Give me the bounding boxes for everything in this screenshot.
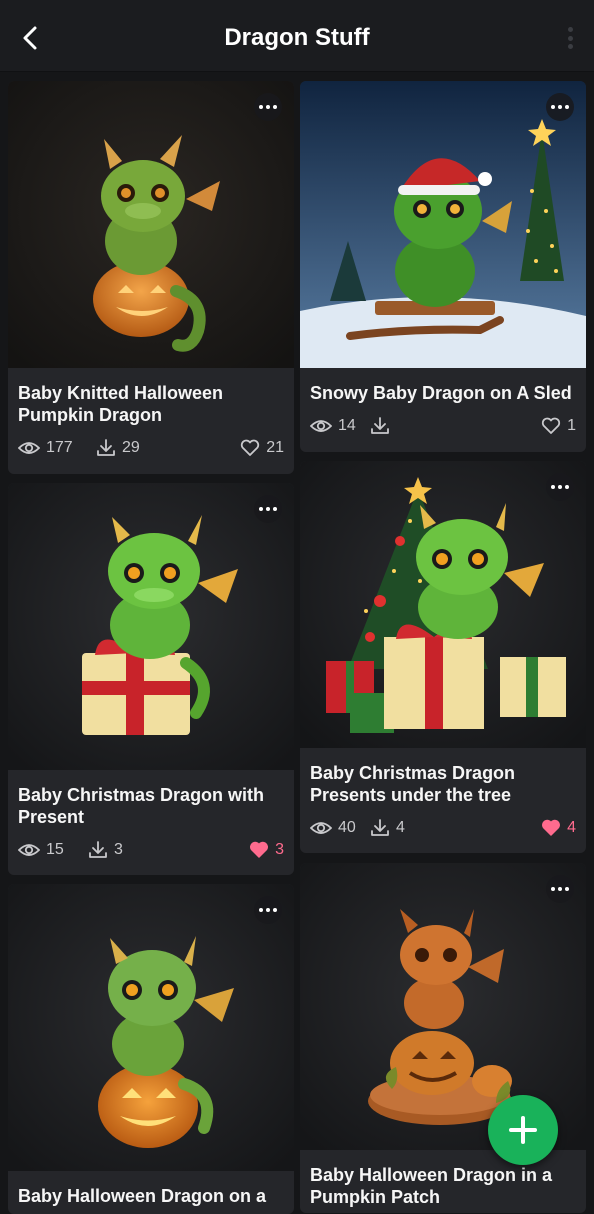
views-count: 177: [46, 439, 73, 456]
card-image[interactable]: [8, 483, 294, 770]
card-title: Baby Halloween Dragon on a: [18, 1185, 284, 1207]
likes-count: 1: [567, 417, 576, 434]
views-count: 40: [338, 819, 356, 836]
views-stat: 40: [310, 817, 356, 839]
download-icon: [97, 439, 115, 456]
card-title: Snowy Baby Dragon on A Sled: [310, 382, 576, 404]
downloads-stat: 4: [370, 817, 405, 839]
eye-icon: [18, 442, 40, 454]
card-title-line: Baby Christmas Dragon with: [18, 785, 265, 805]
page-title: Dragon Stuff: [224, 24, 370, 51]
card-title-line: Baby Christmas Dragon: [310, 763, 516, 783]
like-button[interactable]: 3: [249, 839, 284, 861]
card-title-line: Present: [18, 807, 85, 827]
card-stats: 177 29 21: [18, 437, 284, 459]
add-button[interactable]: [488, 1095, 558, 1165]
card-more-button[interactable]: [546, 93, 574, 121]
collection-card[interactable]: Baby Christmas Dragon Presents under the…: [300, 461, 586, 853]
card-more-button[interactable]: [254, 495, 282, 523]
more-vertical-icon: [567, 27, 573, 32]
card-stats: 15 3 3: [18, 839, 284, 861]
likes-count: 4: [567, 819, 576, 836]
card-title: Baby Christmas Dragon Presents under the…: [310, 762, 576, 806]
card-title-line: Baby Halloween Dragon in a: [310, 1165, 553, 1185]
download-icon: [89, 841, 107, 858]
likes-count: 3: [275, 841, 284, 858]
heart-filled-icon: [250, 841, 269, 858]
downloads-count: 4: [396, 819, 405, 836]
card-title: Baby Halloween Dragon in a Pumpkin Patch: [310, 1164, 576, 1208]
card-title-line: Snowy Baby Dragon on A Sled: [310, 383, 572, 403]
heart-outline-icon: [541, 417, 561, 434]
card-title-line: Baby Halloween Dragon on a: [18, 1186, 267, 1206]
downloads-stat: 3: [88, 839, 123, 861]
likes-count: 21: [266, 439, 284, 456]
collection-card[interactable]: Baby Halloween Dragon in a Pumpkin Patch: [300, 863, 586, 1213]
views-stat: 15: [18, 839, 64, 861]
collection-card[interactable]: Baby Knitted Halloween Pumpkin Dragon 17…: [8, 81, 294, 474]
plus-icon: [509, 1116, 537, 1144]
card-image[interactable]: [8, 81, 294, 368]
eye-icon: [18, 844, 40, 856]
card-image[interactable]: [300, 81, 586, 368]
card-title: Baby Knitted Halloween Pumpkin Dragon: [18, 382, 284, 426]
downloads-stat: 29: [96, 437, 140, 459]
card-image[interactable]: [300, 461, 586, 748]
views-count: 15: [46, 841, 64, 858]
overflow-menu-button[interactable]: [560, 24, 580, 52]
heart-outline-icon: [241, 439, 260, 456]
card-title-line: Pumpkin Patch: [310, 1187, 441, 1207]
downloads-count: 29: [122, 439, 140, 456]
collection-card[interactable]: Snowy Baby Dragon on A Sled 14 1: [300, 81, 586, 452]
top-app-bar: Dragon Stuff: [0, 0, 594, 72]
card-stats: 14 1: [310, 415, 576, 437]
views-count: 14: [338, 417, 356, 434]
card-title-line: Baby Knitted Halloween: [18, 383, 224, 403]
like-button[interactable]: 1: [541, 415, 576, 437]
like-button[interactable]: 21: [240, 437, 284, 459]
collection-card[interactable]: Baby Halloween Dragon on a: [8, 884, 294, 1214]
eye-icon: [310, 420, 332, 432]
card-more-button[interactable]: [546, 473, 574, 501]
downloads-stat: [370, 415, 396, 437]
card-stats: 40 4 4: [310, 817, 576, 839]
downloads-count: 3: [114, 841, 123, 858]
card-title-line: Presents under the tree: [310, 785, 512, 805]
like-button[interactable]: 4: [541, 817, 576, 839]
views-stat: 14: [310, 415, 356, 437]
views-stat: 177: [18, 437, 73, 459]
card-title-line: Pumpkin Dragon: [18, 405, 163, 425]
card-image[interactable]: [8, 884, 294, 1171]
card-more-button[interactable]: [254, 896, 282, 924]
download-icon: [371, 417, 389, 434]
card-more-button[interactable]: [254, 93, 282, 121]
eye-icon: [310, 822, 332, 834]
card-more-button[interactable]: [546, 875, 574, 903]
heart-filled-icon: [542, 819, 561, 836]
download-icon: [371, 819, 389, 836]
card-title: Baby Christmas Dragon with Present: [18, 784, 284, 828]
collection-card[interactable]: Baby Christmas Dragon with Present 15 3 …: [8, 483, 294, 875]
